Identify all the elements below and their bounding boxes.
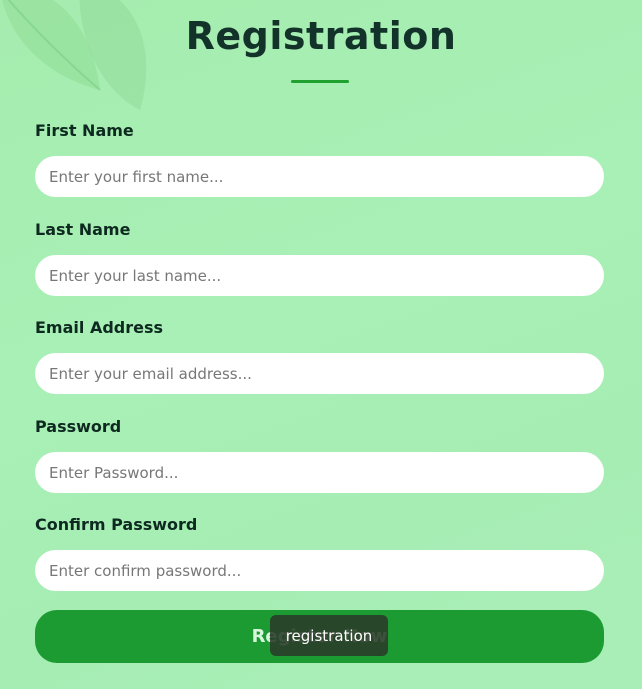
registration-page: Registration First Name Last Name Email … xyxy=(0,0,642,689)
email-label: Email Address xyxy=(35,318,164,337)
tooltip: registration xyxy=(270,615,388,656)
page-title: Registration xyxy=(185,14,457,58)
password-input[interactable] xyxy=(35,452,604,493)
first-name-input[interactable] xyxy=(35,156,604,197)
confirm-password-input[interactable] xyxy=(35,550,604,591)
title-underline xyxy=(291,80,349,83)
last-name-input[interactable] xyxy=(35,255,604,296)
confirm-password-label: Confirm Password xyxy=(35,515,198,534)
last-name-label: Last Name xyxy=(35,220,131,239)
first-name-label: First Name xyxy=(35,121,134,140)
password-label: Password xyxy=(35,417,122,436)
email-input[interactable] xyxy=(35,353,604,394)
